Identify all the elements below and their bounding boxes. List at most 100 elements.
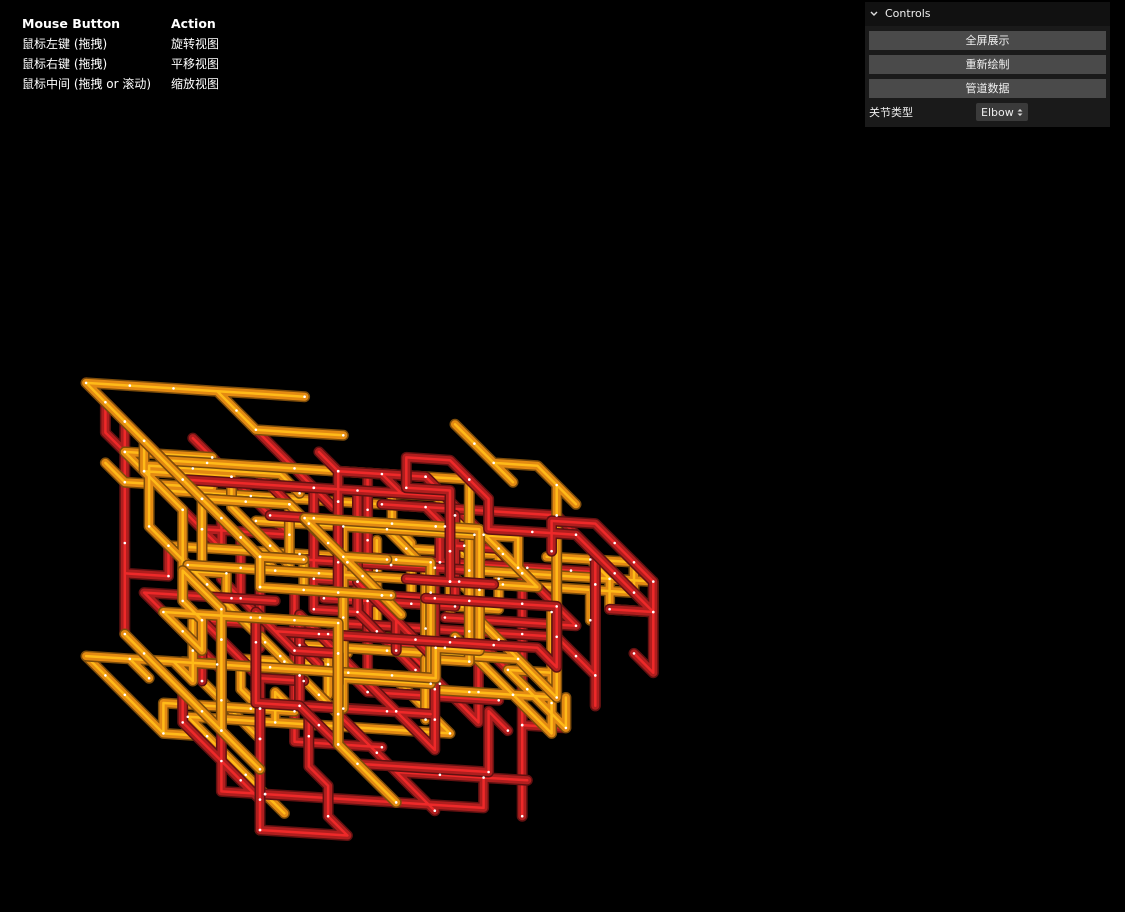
joint-dot [457, 580, 461, 583]
joint-dot [448, 641, 452, 644]
help-row-left-action: 旋转视图 [171, 37, 220, 51]
fullscreen-button[interactable]: 全屏展示 [869, 31, 1106, 50]
joint-dot [123, 693, 127, 697]
joint-dot [283, 660, 286, 663]
joint-dot [569, 569, 573, 572]
joint-dot [414, 638, 417, 641]
joint-dot [254, 428, 258, 432]
joint-dot [520, 814, 524, 818]
joint-dot [589, 618, 592, 622]
joint-dot [307, 522, 311, 525]
joint-dot [258, 737, 262, 741]
joint-dot [326, 814, 330, 818]
joint-dot [632, 561, 636, 564]
joint-dot [356, 489, 359, 492]
joint-dot [414, 668, 417, 672]
joint-dot [501, 552, 505, 556]
joint-dot [142, 469, 146, 473]
joint-dot [317, 632, 321, 636]
joint-dot [468, 690, 471, 694]
joint-dot [312, 607, 316, 611]
joint-type-select[interactable]: Elbow [976, 103, 1028, 121]
joint-dot [394, 649, 398, 652]
redraw-button[interactable]: 重新绘制 [869, 55, 1106, 74]
joint-dot [394, 710, 398, 713]
joint-dot [249, 707, 253, 710]
joint-dot [385, 710, 389, 713]
help-row-left-button: 鼠标左键 (拖拽) [22, 37, 108, 51]
joint-dot [405, 486, 408, 490]
joint-dot [443, 525, 447, 528]
joint-dot [317, 572, 321, 575]
joint-dot [342, 707, 345, 710]
joint-dot [608, 607, 611, 611]
joint-dot [326, 632, 330, 636]
joint-dot [443, 646, 447, 650]
joint-dot [361, 574, 364, 578]
joint-dot [385, 649, 389, 652]
joint-dot [434, 525, 438, 528]
joint-dot [574, 533, 578, 536]
joint-dot [258, 555, 262, 559]
joint-dot [336, 500, 340, 503]
joint-dot [492, 643, 496, 647]
select-arrows-icon [1017, 108, 1023, 117]
joint-dot [336, 591, 340, 594]
joint-dot [191, 467, 195, 470]
joint-dot [394, 558, 398, 561]
joint-dot [342, 555, 345, 559]
joint-dot [298, 492, 301, 495]
joint-dot [167, 574, 170, 578]
joint-dot [123, 632, 127, 636]
joint-dot [268, 514, 272, 517]
joint-dot [205, 734, 209, 738]
joint-dot [468, 599, 471, 603]
joint-dot [123, 541, 127, 545]
joint-dot [613, 541, 616, 545]
joint-dot [531, 530, 534, 534]
pipes-layer [80, 377, 659, 841]
joint-dot [293, 710, 296, 713]
joint-dot [482, 533, 485, 536]
chevron-down-icon [869, 9, 879, 19]
controls-title-bar[interactable]: Controls [865, 2, 1110, 26]
joint-dot [497, 638, 501, 641]
joint-dot [482, 776, 485, 779]
joint-dot [220, 516, 223, 520]
joint-type-row: 关节类型 Elbow [865, 101, 1110, 123]
joint-dot [652, 580, 655, 583]
joint-dot [424, 505, 427, 509]
joint-dot [200, 527, 204, 531]
joint-dot [123, 450, 127, 454]
joint-dot [258, 828, 262, 832]
joint-type-value: Elbow [981, 105, 1014, 119]
joint-dot [302, 588, 306, 592]
joint-dot [574, 624, 578, 628]
joint-dot [200, 710, 204, 713]
joint-dot [429, 591, 433, 594]
joint-dot [317, 723, 321, 727]
joint-dot [239, 779, 242, 782]
joint-dot [303, 516, 306, 520]
joint-dot [244, 773, 247, 777]
joint-dot [342, 616, 345, 619]
joint-dot [589, 558, 592, 561]
joint-dot [336, 469, 340, 473]
pipes-3d-viewport[interactable] [0, 0, 1125, 912]
joint-dot [375, 751, 379, 754]
joint-dot [478, 588, 481, 592]
joint-dot [390, 674, 394, 677]
joint-dot [366, 538, 369, 542]
joint-dot [239, 596, 242, 600]
joint-dot [302, 558, 306, 561]
joint-dot [220, 699, 223, 702]
joint-dot [104, 674, 107, 677]
pipe-data-button[interactable]: 管道数据 [869, 79, 1106, 98]
joint-dot [468, 478, 471, 481]
joint-dot [462, 544, 466, 547]
joint-dot [433, 596, 437, 600]
joint-dot [520, 723, 524, 727]
joint-dot [128, 657, 132, 661]
joint-dot [468, 630, 471, 633]
joint-dot [147, 676, 151, 680]
